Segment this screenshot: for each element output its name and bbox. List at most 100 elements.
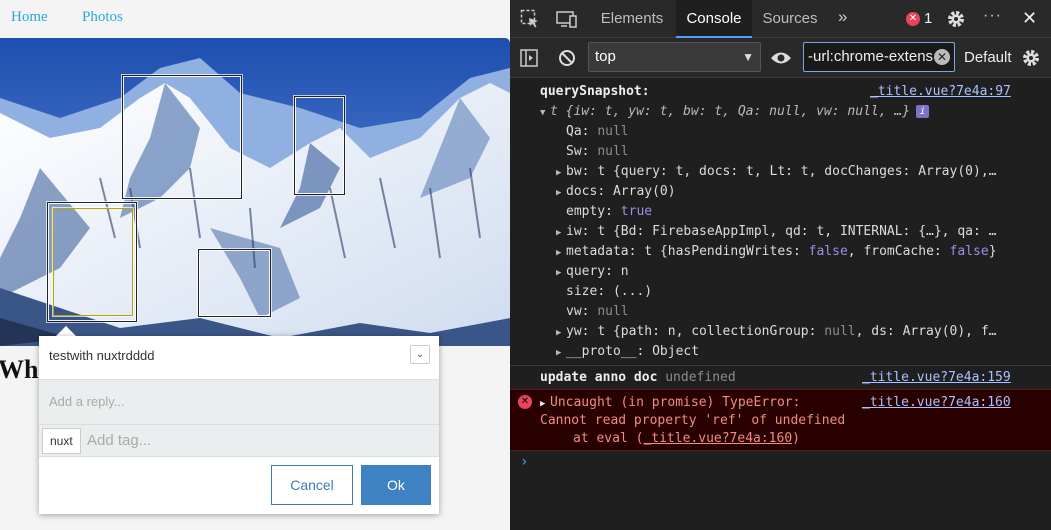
property-value: n <box>620 264 629 279</box>
value-fragment: , ds: Array(0), f… <box>855 324 997 339</box>
tab-console[interactable]: Console <box>676 0 752 38</box>
value-fragment: , fromCache: <box>847 244 950 259</box>
collapsed-caret-icon[interactable]: ▶ <box>556 163 566 183</box>
console-filter-input[interactable]: -url:chrome-extens ✕ <box>803 42 955 72</box>
more-tabs-icon[interactable]: » <box>838 7 847 27</box>
error-line-3-suffix: ) <box>792 431 800 446</box>
clear-filter-icon[interactable]: ✕ <box>934 49 950 65</box>
inspect-element-icon[interactable] <box>520 9 540 29</box>
property-row[interactable]: ▶ bw: t {query: t, docs: t, Lt: t, docCha… <box>556 162 996 182</box>
info-icon[interactable]: i <box>916 105 930 118</box>
annotation-box-selected[interactable] <box>53 208 133 316</box>
close-icon[interactable]: ✕ <box>1022 8 1037 29</box>
property-key: Sw <box>566 144 582 159</box>
tab-sources[interactable]: Sources <box>756 0 824 38</box>
live-expression-eye-icon[interactable] <box>770 50 792 66</box>
page-heading: Wh <box>0 355 39 384</box>
property-colon: : <box>636 344 653 359</box>
console-filter-bar: top ▼ -url:chrome-extens ✕ Default <box>510 38 1051 78</box>
annotation-popup: testwith nuxtrdddd ⌄ Add a reply... nuxt… <box>39 336 439 514</box>
property-colon: : <box>628 244 645 259</box>
error-stack-link[interactable]: _title.vue?7e4a:160 <box>643 431 792 446</box>
property-key: __proto__ <box>566 344 637 359</box>
console-prompt-icon[interactable]: › <box>520 454 528 470</box>
collapsed-caret-icon[interactable]: ▶ <box>556 183 566 203</box>
annotation-box[interactable] <box>198 249 271 317</box>
settings-gear-icon[interactable] <box>946 9 966 29</box>
property-row[interactable]: ▶ docs: Array(0) <box>556 182 676 202</box>
log-separator <box>510 365 1051 366</box>
property-row[interactable]: ▶ __proto__: Object <box>556 342 699 362</box>
more-options-icon[interactable]: ··· <box>983 7 1002 25</box>
collapsed-caret-icon[interactable]: ▶ <box>556 223 566 243</box>
log2-value: undefined <box>665 370 736 385</box>
context-value: top <box>595 48 616 65</box>
tab-elements[interactable]: Elements <box>592 0 672 38</box>
nav-home-link[interactable]: Home <box>11 9 48 26</box>
property-key: Qa <box>566 124 582 139</box>
console-settings-gear-icon[interactable] <box>1021 48 1041 68</box>
property-colon: : <box>581 224 598 239</box>
value-fragment: t {hasPendingWrites: <box>644 244 809 259</box>
devtools-tabbar: Elements Console Sources » ✕ 1 ··· ✕ <box>510 0 1051 38</box>
collapsed-caret-icon[interactable]: ▶ <box>556 243 566 263</box>
reply-area: Add a reply... <box>39 379 439 425</box>
property-value: null <box>597 304 629 319</box>
property-value: t {hasPendingWrites: false, fromCache: f… <box>644 244 996 259</box>
property-key: query <box>566 264 606 279</box>
annotation-box[interactable] <box>122 75 242 199</box>
property-key: empty <box>566 204 606 219</box>
property-value: Array(0) <box>612 184 676 199</box>
collapsed-caret-icon[interactable]: ▶ <box>556 263 566 283</box>
tag-input[interactable]: Add tag... <box>87 432 151 449</box>
property-value: Object <box>652 344 700 359</box>
property-row[interactable]: ▶ metadata: t {hasPendingWrites: false, f… <box>556 242 997 262</box>
log2-source-link[interactable]: _title.vue?7e4a:159 <box>862 368 1011 388</box>
tag-chip[interactable]: nuxt <box>42 428 81 454</box>
property-row[interactable]: ▶ iw: t {Bd: FirebaseAppImpl, qd: t, INTE… <box>556 222 996 242</box>
sidebar-toggle-icon[interactable] <box>520 49 538 67</box>
collapsed-caret-icon[interactable]: ▶ <box>556 343 566 363</box>
property-colon: : <box>581 144 598 159</box>
property-key: metadata <box>566 244 629 259</box>
reply-input[interactable]: Add a reply... <box>49 394 125 409</box>
annotation-box[interactable] <box>294 96 345 195</box>
error-line-2: Cannot read property 'ref' of undefined <box>540 413 846 428</box>
error-source-link[interactable]: _title.vue?7e4a:160 <box>862 393 1011 413</box>
chevron-down-icon[interactable]: ⌄ <box>410 345 430 364</box>
property-value: t {query: t, docs: t, Lt: t, docChanges:… <box>597 164 997 179</box>
log-levels-dropdown[interactable]: Default <box>964 38 1012 78</box>
object-summary-row[interactable]: ▼ t {iw: t, yw: t, bw: t, Qa: null, vw: n… <box>540 102 930 123</box>
property-colon: : <box>581 124 598 139</box>
property-row: empty: true <box>556 202 652 222</box>
property-key: iw <box>566 224 582 239</box>
clear-console-icon[interactable] <box>558 49 576 67</box>
caret-down-icon: ▼ <box>742 50 754 64</box>
error-line-1[interactable]: ▶ Uncaught (in promise) TypeError: <box>540 393 800 413</box>
ok-button[interactable]: Ok <box>361 465 431 505</box>
cancel-button[interactable]: Cancel <box>271 465 353 505</box>
expanded-caret-icon[interactable]: ▼ <box>540 103 550 123</box>
nav-photos-link[interactable]: Photos <box>82 9 123 26</box>
error-icon[interactable]: ✕ <box>906 12 920 26</box>
property-key: yw <box>566 324 582 339</box>
context-select[interactable]: top ▼ <box>588 42 761 72</box>
property-colon: : <box>581 324 598 339</box>
log-source-link[interactable]: _title.vue?7e4a:97 <box>870 82 1011 102</box>
property-value: (...) <box>612 284 653 299</box>
device-toolbar-icon[interactable] <box>556 9 578 29</box>
property-row[interactable]: ▶ yw: t {path: n, collectionGroup: null, … <box>556 322 997 342</box>
object-summary: t {iw: t, yw: t, bw: t, Qa: null, vw: nu… <box>550 104 911 119</box>
boolean-literal: false <box>808 244 848 259</box>
log2-label: update anno doc <box>540 370 658 385</box>
mountain-photo[interactable] <box>0 38 510 346</box>
property-colon: : <box>581 164 598 179</box>
collapsed-caret-icon[interactable]: ▶ <box>556 323 566 343</box>
property-colon: : <box>597 284 613 299</box>
error-line-1-text: Uncaught (in promise) TypeError: <box>550 395 801 410</box>
error-count[interactable]: 1 <box>924 10 932 27</box>
error-line-3: at eval (_title.vue?7e4a:160) <box>573 429 800 449</box>
annotation-text: testwith nuxtrdddd <box>49 348 155 363</box>
property-row[interactable]: ▶ query: n <box>556 262 629 282</box>
property-row: Qa: null <box>556 122 629 142</box>
